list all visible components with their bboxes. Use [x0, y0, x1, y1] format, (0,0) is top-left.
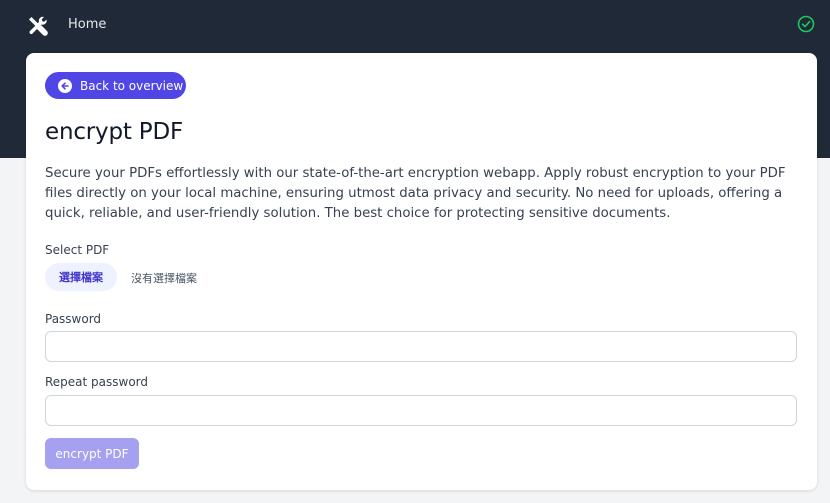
nav-home-link[interactable]: Home [68, 17, 106, 32]
top-nav: Home [0, 0, 830, 52]
tools-icon[interactable] [26, 14, 50, 38]
back-to-overview-button[interactable]: Back to overview [45, 72, 186, 99]
password-label: Password [45, 312, 102, 326]
repeat-password-input[interactable] [45, 395, 797, 426]
select-pdf-label: Select PDF [45, 243, 110, 257]
page-description: Secure your PDFs effortlessly with our s… [45, 166, 786, 221]
arrow-left-circle-icon [58, 78, 72, 93]
main-card: Back to overview encrypt PDF Secure your… [26, 53, 817, 490]
check-circle-icon [797, 15, 815, 33]
encrypt-pdf-button[interactable]: encrypt PDF [45, 438, 139, 469]
page-title: encrypt PDF [45, 119, 183, 145]
password-input[interactable] [45, 331, 797, 362]
choose-file-button[interactable]: 選擇檔案 [45, 263, 117, 291]
back-button-label: Back to overview [80, 78, 184, 93]
file-status-text: 沒有選擇檔案 [131, 272, 197, 285]
repeat-password-label: Repeat password [45, 375, 149, 389]
